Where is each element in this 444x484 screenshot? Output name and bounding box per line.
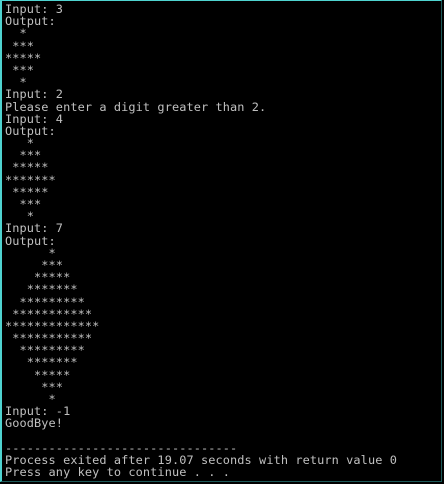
console-line: Input: 4 bbox=[5, 111, 64, 126]
console-line: * bbox=[5, 209, 35, 224]
console-line: ***** bbox=[5, 367, 71, 382]
console-line: Input: 2 bbox=[5, 87, 64, 102]
console-line: * bbox=[5, 136, 35, 151]
console-line: ******* bbox=[5, 172, 56, 187]
console-line: Input: 3 bbox=[5, 2, 64, 16]
console-line: Press any key to continue . . . bbox=[5, 465, 231, 480]
console-line: ******* bbox=[5, 282, 78, 297]
console-line: ********* bbox=[5, 294, 85, 309]
console-line: *** bbox=[5, 62, 35, 77]
console-line: * bbox=[5, 75, 27, 90]
console-line: ***** bbox=[5, 50, 42, 65]
console-line: Input: -1 bbox=[5, 404, 71, 419]
console-line: Input: 7 bbox=[5, 221, 64, 236]
console-line: Output: bbox=[5, 123, 56, 138]
console-line: ***** bbox=[5, 184, 49, 199]
console-line: Output: bbox=[5, 233, 56, 248]
console-line: Output: bbox=[5, 14, 56, 29]
console-line: * bbox=[5, 26, 27, 41]
console-line: GoodBye! bbox=[5, 416, 64, 431]
console-line: *** bbox=[5, 379, 64, 394]
console-line: * bbox=[5, 392, 56, 406]
console-line: *** bbox=[5, 197, 42, 211]
console-line: * bbox=[5, 245, 56, 260]
console-line: ******* bbox=[5, 355, 78, 370]
console-line: *** bbox=[5, 257, 64, 272]
console-output: Input: 3 Output: * *** ***** *** * Input: 2… bbox=[5, 3, 441, 481]
console-line: ***** bbox=[5, 160, 49, 175]
console-line: *** bbox=[5, 38, 35, 53]
console-window[interactable]: Input: 3 Output: * *** ***** *** * Input: 2… bbox=[0, 0, 442, 482]
console-line: Please enter a digit greater than 2. bbox=[5, 99, 267, 114]
console-line: *** bbox=[5, 148, 42, 163]
